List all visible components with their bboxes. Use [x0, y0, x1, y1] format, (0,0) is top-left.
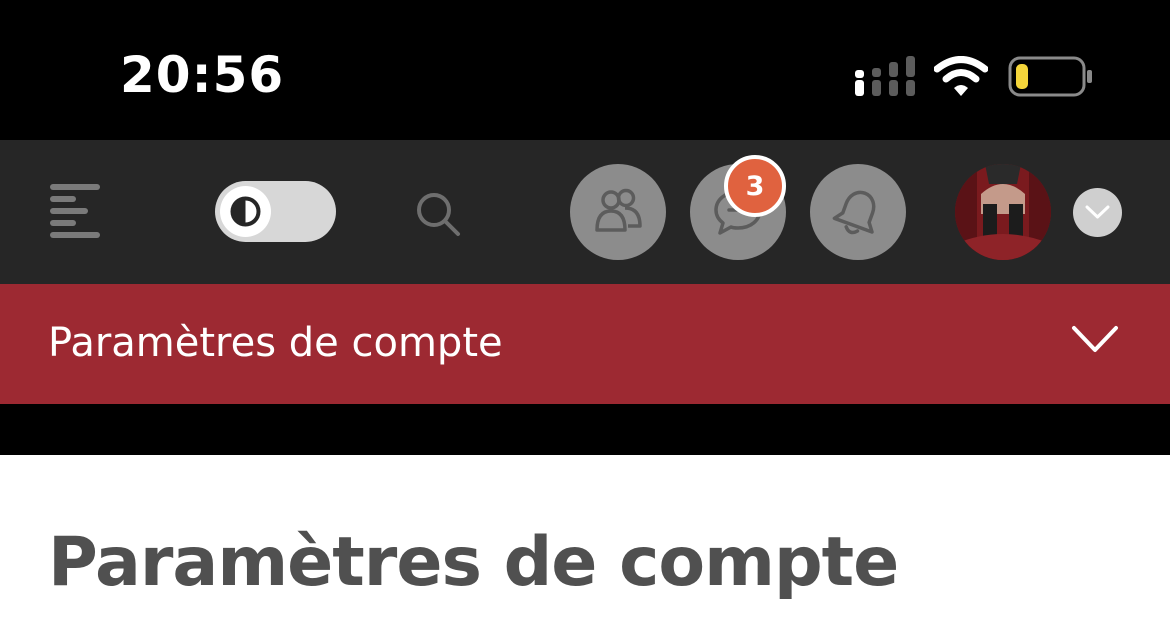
divider-strip — [0, 404, 1170, 455]
theme-toggle-knob — [220, 186, 271, 237]
status-bar: 20:56 — [0, 0, 1170, 140]
section-title: Paramètres de compte — [48, 320, 503, 366]
account-dropdown-button[interactable] — [1073, 188, 1122, 237]
hamburger-menu-icon[interactable] — [48, 184, 102, 240]
contrast-icon — [230, 196, 261, 227]
bell-icon — [832, 190, 876, 235]
friends-button[interactable] — [570, 164, 666, 260]
status-time: 20:56 — [120, 46, 285, 104]
messages-count-badge: 3 — [724, 155, 786, 217]
notifications-button[interactable] — [810, 164, 906, 260]
chevron-down-icon[interactable] — [1070, 322, 1120, 356]
theme-toggle[interactable] — [215, 181, 336, 242]
users-icon — [595, 188, 642, 232]
search-icon[interactable] — [414, 190, 462, 238]
cellular-signal-icon — [855, 56, 915, 96]
avatar[interactable] — [955, 164, 1051, 260]
chevron-down-icon — [1085, 205, 1110, 219]
page-title: Paramètres de compte — [48, 523, 899, 602]
avatar-image — [955, 164, 1051, 260]
battery-low-icon — [1008, 56, 1092, 97]
wifi-icon — [934, 56, 988, 96]
